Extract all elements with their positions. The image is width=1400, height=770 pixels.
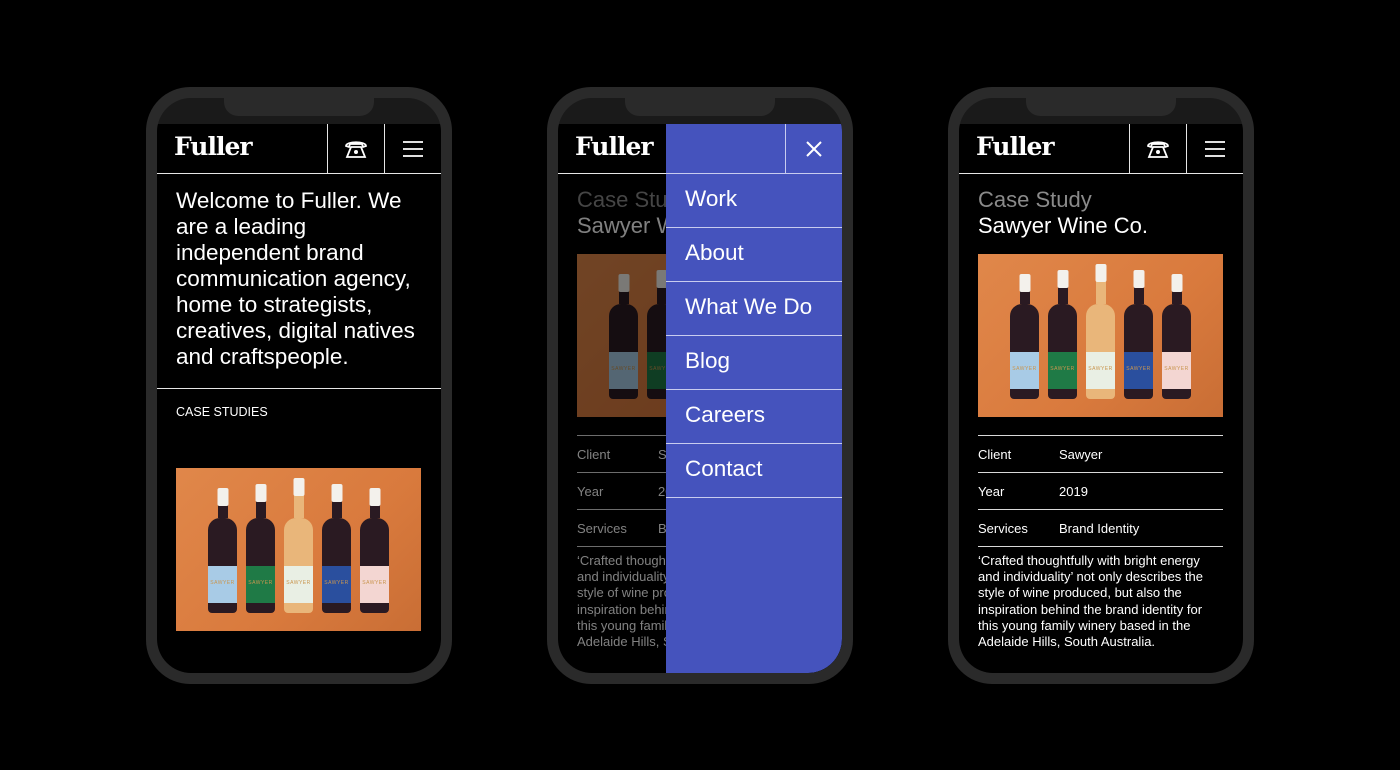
case-study-image: SAWYER SAWYER SAWYER SAWYER SAWYER <box>978 254 1223 417</box>
nav-item-blog[interactable]: Blog <box>666 336 842 390</box>
phone-menu: Fuller Case Study Sawyer Wine Co. SAWYER… <box>547 87 853 684</box>
nav-item-what-we-do[interactable]: What We Do <box>666 282 842 336</box>
section-label: CASE STUDIES <box>176 405 268 419</box>
detail-key: Services <box>978 520 1028 536</box>
fuller-logo[interactable]: Fuller <box>959 124 1129 173</box>
telephone-icon <box>1147 140 1169 158</box>
fuller-logo[interactable]: Fuller <box>157 124 327 173</box>
phone-home: Fuller Welcome to Fuller. We are a leadi… <box>146 87 452 684</box>
wine-bottle: SAWYER <box>1162 274 1191 399</box>
details-table: Client Sawyer Year 2019 Services Brand Iden… <box>978 435 1223 650</box>
wine-bottle: SAWYER <box>208 488 237 613</box>
wine-bottle: SAWYER <box>609 274 638 399</box>
detail-value: 2019 <box>1059 483 1088 499</box>
detail-value: Sawyer <box>1059 446 1103 462</box>
wine-bottle: SAWYER <box>1048 270 1077 399</box>
case-study-kicker: Case Study <box>978 187 1092 212</box>
detail-key: Client <box>577 446 611 462</box>
case-study-title: Sawyer Wine Co. <box>978 213 1148 238</box>
wine-bottle: SAWYER <box>360 488 389 613</box>
detail-key: Year <box>577 483 604 499</box>
bottles-graphic: SAWYER SAWYER SAWYER SAWYER SAWYER <box>176 478 421 613</box>
detail-row-client: Client Sawyer <box>978 435 1223 472</box>
menu-screen: Fuller Case Study Sawyer Wine Co. SAWYER… <box>558 124 842 673</box>
wine-bottle: SAWYER <box>246 484 275 613</box>
telephone-icon <box>345 140 367 158</box>
notch <box>224 98 374 116</box>
nav-item-contact[interactable]: Contact <box>666 444 842 498</box>
detail-row-year: Year 2019 <box>978 472 1223 509</box>
detail-value: Brand Identity <box>1059 520 1140 536</box>
detail-key: Client <box>978 446 1012 462</box>
detail-key: Year <box>978 483 1005 499</box>
notch <box>1026 98 1176 116</box>
case-study-description: ‘Crafted thoughtfully with bright energy… <box>978 546 1223 650</box>
wine-bottle: SAWYER <box>284 478 313 613</box>
site-header: Fuller <box>157 124 441 174</box>
case-study-screen: Fuller Case Study Sawyer Wine Co. SAWYER… <box>959 124 1243 673</box>
wine-bottle: SAWYER <box>322 484 351 613</box>
nav-item-about[interactable]: About <box>666 228 842 282</box>
notch <box>625 98 775 116</box>
home-screen: Fuller Welcome to Fuller. We are a leadi… <box>157 124 441 673</box>
bottles-graphic: SAWYER SAWYER SAWYER SAWYER SAWYER <box>978 264 1223 399</box>
detail-key: Services <box>577 520 627 536</box>
phone-button[interactable] <box>327 124 384 173</box>
close-icon <box>806 140 822 157</box>
menu-button[interactable] <box>384 124 441 173</box>
detail-row-services: Services Brand Identity <box>978 509 1223 546</box>
nav-item-careers[interactable]: Careers <box>666 390 842 444</box>
menu-button[interactable] <box>1186 124 1243 173</box>
wine-bottle: SAWYER <box>1010 274 1039 399</box>
case-study-image[interactable]: SAWYER SAWYER SAWYER SAWYER SAWYER <box>176 468 421 631</box>
phone-case-study: Fuller Case Study Sawyer Wine Co. SAWYER… <box>948 87 1254 684</box>
nav-item-work[interactable]: Work <box>666 174 842 228</box>
hamburger-menu-icon <box>1205 140 1225 157</box>
close-menu-button[interactable] <box>785 124 842 173</box>
site-header: Fuller <box>959 124 1243 174</box>
hamburger-menu-icon <box>403 140 423 157</box>
wine-bottle: SAWYER <box>1086 264 1115 399</box>
nav-menu-panel: Work About What We Do Blog Careers Conta… <box>666 124 842 673</box>
intro-text: Welcome to Fuller. We are a leading inde… <box>157 174 441 389</box>
wine-bottle: SAWYER <box>1124 270 1153 399</box>
phone-button[interactable] <box>1129 124 1186 173</box>
